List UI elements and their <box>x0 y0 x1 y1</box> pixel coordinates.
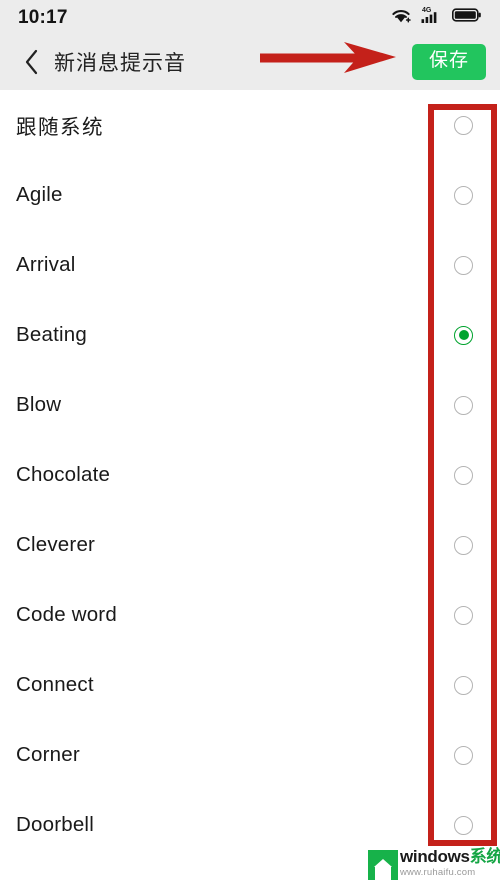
list-item-label: Arrival <box>16 253 76 276</box>
list-item[interactable]: Code word <box>0 580 500 650</box>
ringtone-list[interactable]: 跟随系统 Agile Arrival Beating Blow Chocolat… <box>0 90 500 889</box>
radio-button[interactable] <box>454 185 473 205</box>
status-bar-icons: 4G <box>390 5 482 29</box>
battery-icon <box>452 7 482 28</box>
list-item[interactable]: Cleverer <box>0 510 500 580</box>
list-item-label: Connect <box>16 673 94 696</box>
list-item[interactable]: Blow <box>0 370 500 440</box>
svg-text:4G: 4G <box>422 7 432 14</box>
list-item-label: Chocolate <box>16 463 111 486</box>
list-item-label: Corner <box>16 743 80 766</box>
cellular-signal-icon: 4G <box>421 5 443 29</box>
list-item[interactable]: Arrival <box>0 230 500 300</box>
radio-button-selected[interactable] <box>454 325 473 345</box>
radio-button[interactable] <box>454 745 473 765</box>
radio-button[interactable] <box>454 675 473 695</box>
list-item[interactable]: 跟随系统 <box>0 90 500 160</box>
list-item-label: Beating <box>16 323 87 346</box>
status-bar: 10:17 4G <box>0 0 500 34</box>
list-item[interactable]: Beating <box>0 300 500 370</box>
phone-screen: 10:17 4G 新消息提示音 保存 跟随系统 Agile Arrival Be… <box>0 0 500 889</box>
radio-button[interactable] <box>454 255 473 275</box>
list-item[interactable]: Agile <box>0 160 500 230</box>
save-button[interactable]: 保存 <box>411 44 486 80</box>
list-item-label: Cleverer <box>16 533 96 556</box>
app-bar: 新消息提示音 保存 <box>0 34 500 90</box>
radio-button[interactable] <box>454 465 473 485</box>
list-item[interactable]: Corner <box>0 720 500 790</box>
list-item-label: Blow <box>16 393 62 416</box>
radio-button[interactable] <box>454 815 473 835</box>
wifi-icon <box>390 6 412 29</box>
status-bar-clock: 10:17 <box>18 6 68 28</box>
list-item-partial[interactable] <box>0 860 500 889</box>
chevron-left-icon <box>25 49 37 75</box>
radio-button[interactable] <box>454 115 473 135</box>
list-item[interactable]: Chocolate <box>0 440 500 510</box>
back-button[interactable] <box>14 42 48 82</box>
list-item[interactable]: Connect <box>0 650 500 720</box>
list-item-label: Code word <box>16 603 117 626</box>
list-item-label: Doorbell <box>16 813 94 836</box>
list-item-label: Agile <box>16 183 63 206</box>
radio-button[interactable] <box>454 395 473 415</box>
radio-button[interactable] <box>454 535 473 555</box>
list-item-label: 跟随系统 <box>16 116 104 139</box>
list-item[interactable]: Doorbell <box>0 790 500 860</box>
radio-button[interactable] <box>454 885 473 889</box>
page-title: 新消息提示音 <box>54 52 186 75</box>
radio-button[interactable] <box>454 605 473 625</box>
